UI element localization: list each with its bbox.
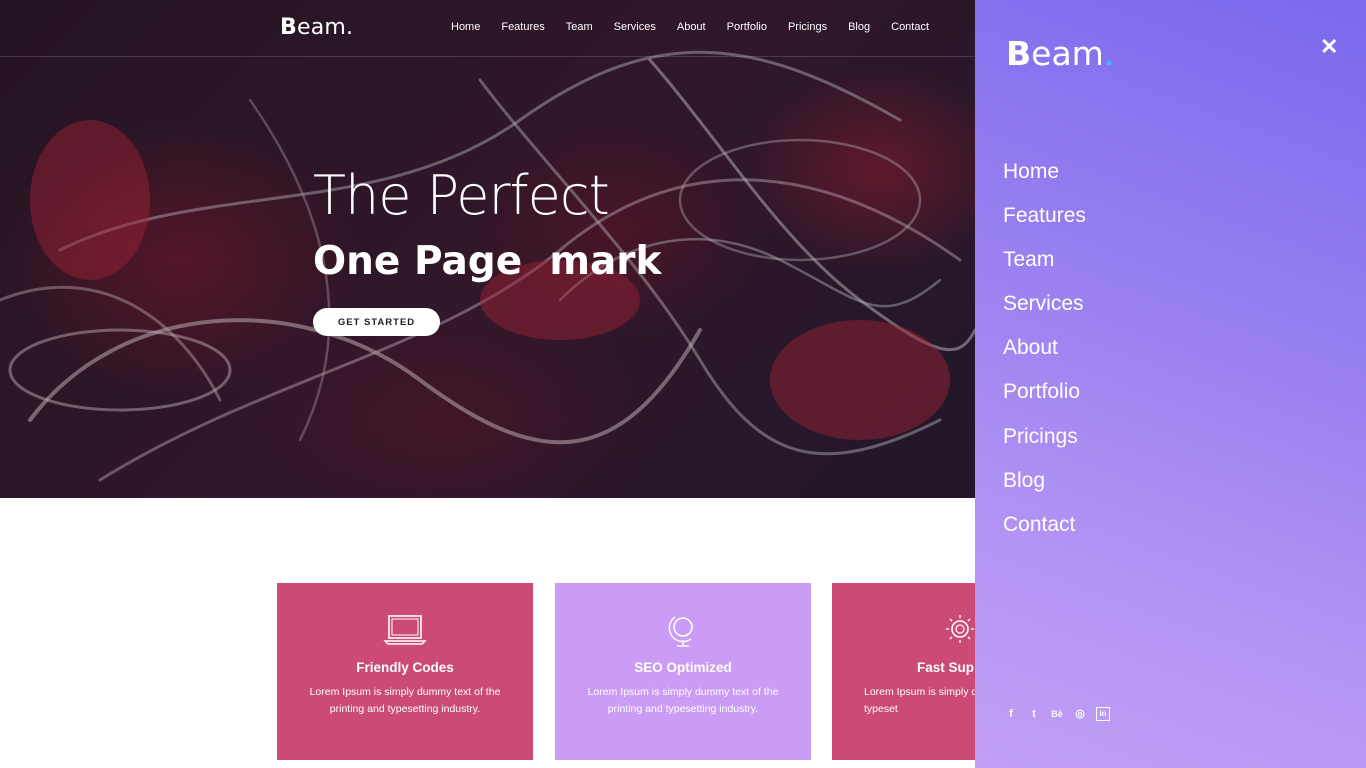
panel-item-about[interactable]: About bbox=[1003, 331, 1086, 375]
panel-item-home[interactable]: Home bbox=[1003, 155, 1086, 199]
laptop-icon bbox=[383, 615, 427, 645]
logo-letter: B bbox=[1006, 34, 1032, 73]
logo-letter: B bbox=[280, 15, 297, 40]
site-logo[interactable]: Beam. bbox=[280, 15, 353, 40]
behance-icon[interactable]: Bē bbox=[1050, 707, 1064, 721]
main-nav: Home Features Team Services About Portfo… bbox=[451, 21, 950, 33]
nav-item-contact[interactable]: Contact bbox=[891, 21, 929, 33]
panel-item-team[interactable]: Team bbox=[1003, 243, 1086, 287]
top-navbar: Beam. Home Features Team Services About … bbox=[0, 0, 975, 57]
panel-item-blog[interactable]: Blog bbox=[1003, 464, 1086, 508]
logo-dot: . bbox=[1103, 34, 1115, 73]
panel-item-services[interactable]: Services bbox=[1003, 287, 1086, 331]
panel-logo[interactable]: Beam. bbox=[1006, 34, 1114, 73]
offcanvas-menu-panel: Beam. ✕ Home Features Team Services Abou… bbox=[975, 0, 1366, 768]
hero-title-line2: One Page mark bbox=[313, 239, 662, 284]
feature-title: Friendly Codes bbox=[356, 660, 454, 675]
panel-item-pricings[interactable]: Pricings bbox=[1003, 420, 1086, 464]
nav-item-portfolio[interactable]: Portfolio bbox=[727, 21, 767, 33]
page: Beam. Home Features Team Services About … bbox=[0, 0, 1366, 768]
hero-heading: The Perfect One Page mark bbox=[313, 165, 661, 287]
logo-text: eam bbox=[296, 15, 347, 40]
facebook-icon[interactable]: f bbox=[1004, 707, 1018, 721]
get-started-button[interactable]: GET STARTED bbox=[313, 308, 440, 336]
logo-text: eam bbox=[1031, 34, 1104, 73]
globe-icon bbox=[668, 616, 693, 647]
nav-item-about[interactable]: About bbox=[677, 21, 706, 33]
linkedin-icon[interactable]: in bbox=[1096, 707, 1110, 721]
social-links: f t Bē ◎ in bbox=[1004, 707, 1110, 721]
panel-nav: Home Features Team Services About Portfo… bbox=[1003, 155, 1086, 552]
nav-item-home[interactable]: Home bbox=[451, 21, 480, 33]
nav-item-blog[interactable]: Blog bbox=[848, 21, 870, 33]
panel-item-features[interactable]: Features bbox=[1003, 199, 1086, 243]
panel-item-portfolio[interactable]: Portfolio bbox=[1003, 375, 1086, 419]
feature-card-friendly-codes: Friendly Codes Lorem Ipsum is simply dum… bbox=[277, 583, 533, 760]
feature-title: SEO Optimized bbox=[634, 660, 732, 675]
nav-item-features[interactable]: Features bbox=[501, 21, 544, 33]
close-icon[interactable]: ✕ bbox=[1320, 36, 1338, 58]
nav-item-pricings[interactable]: Pricings bbox=[788, 21, 827, 33]
feature-text: Lorem Ipsum is simply dummy text of the … bbox=[309, 686, 501, 715]
panel-item-contact[interactable]: Contact bbox=[1003, 508, 1086, 552]
nav-item-team[interactable]: Team bbox=[566, 21, 593, 33]
feature-text: Lorem Ipsum is simply dummy text of the … bbox=[587, 686, 779, 715]
feature-card-seo-optimized: SEO Optimized Lorem Ipsum is simply dumm… bbox=[555, 583, 811, 760]
dribbble-icon[interactable]: ◎ bbox=[1073, 707, 1087, 721]
hero-title-line1: The Perfect bbox=[313, 164, 610, 227]
twitter-icon[interactable]: t bbox=[1027, 707, 1041, 721]
nav-item-services[interactable]: Services bbox=[614, 21, 656, 33]
logo-dot: . bbox=[346, 15, 354, 40]
